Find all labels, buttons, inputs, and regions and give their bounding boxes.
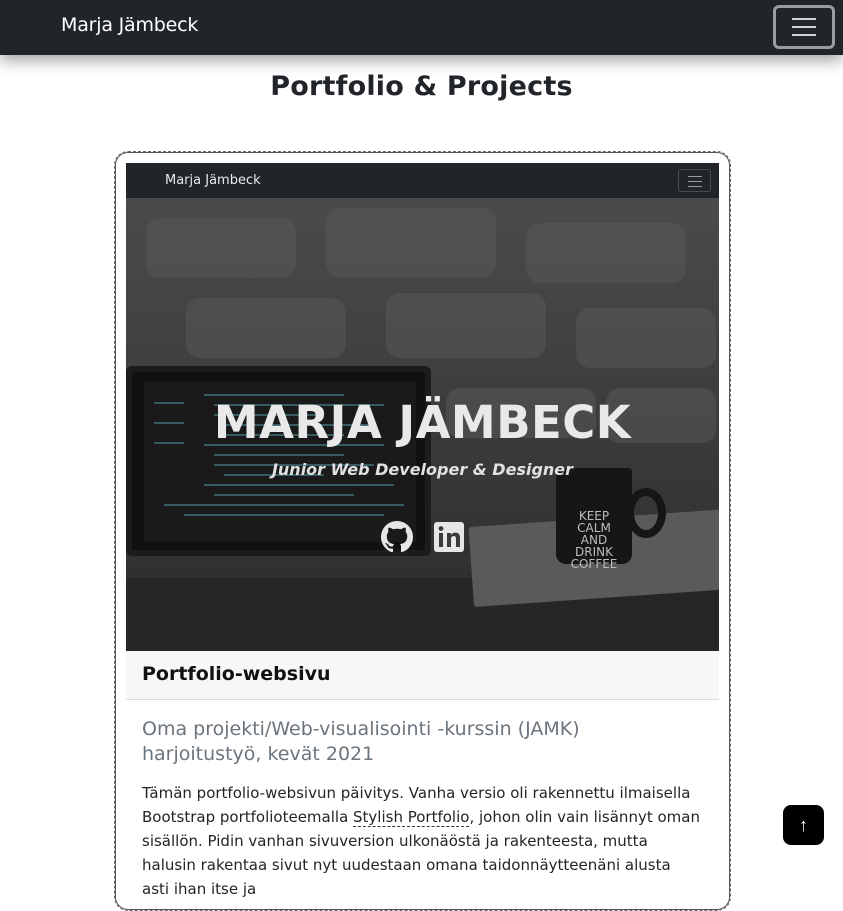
screenshot-hero: KEEP CALM AND DRINK COFFEE MARJA JÄMBECK…	[126, 198, 719, 651]
project-screenshot[interactable]: Marja Jämbeck KEEP CALM AND DRINK COFFEE…	[126, 163, 719, 651]
screenshot-brand: Marja Jämbeck	[165, 173, 261, 188]
screenshot-hero-subtitle: Junior Web Developer & Designer	[271, 460, 574, 479]
stylish-portfolio-link[interactable]: Stylish Portfolio	[353, 808, 470, 827]
arrow-up-icon: ↑	[799, 815, 808, 835]
screenshot-hero-title: MARJA JÄMBECK	[213, 396, 632, 449]
top-navbar: Marja Jämbeck	[0, 0, 843, 55]
linkedin-icon	[434, 522, 464, 552]
back-to-top-button[interactable]: ↑	[783, 805, 824, 845]
github-icon	[381, 521, 413, 553]
navbar-brand[interactable]: Marja Jämbeck	[61, 14, 198, 36]
card-description: Tämän portfolio-websivun päivitys. Vanha…	[142, 781, 702, 901]
navbar-toggler-button[interactable]	[773, 5, 835, 49]
card-subtitle: Oma projekti/Web-visualisointi -kurssin …	[142, 718, 580, 765]
project-card: Marja Jämbeck KEEP CALM AND DRINK COFFEE…	[114, 151, 731, 911]
screenshot-hamburger-icon	[678, 169, 711, 192]
screenshot-navbar: Marja Jämbeck	[126, 163, 719, 198]
card-header: Portfolio-websivu	[126, 651, 719, 700]
page-title: Portfolio & Projects	[270, 71, 573, 102]
mug-text: KEEP CALM AND DRINK COFFEE	[570, 509, 618, 571]
card-title: Portfolio-websivu	[142, 663, 331, 685]
